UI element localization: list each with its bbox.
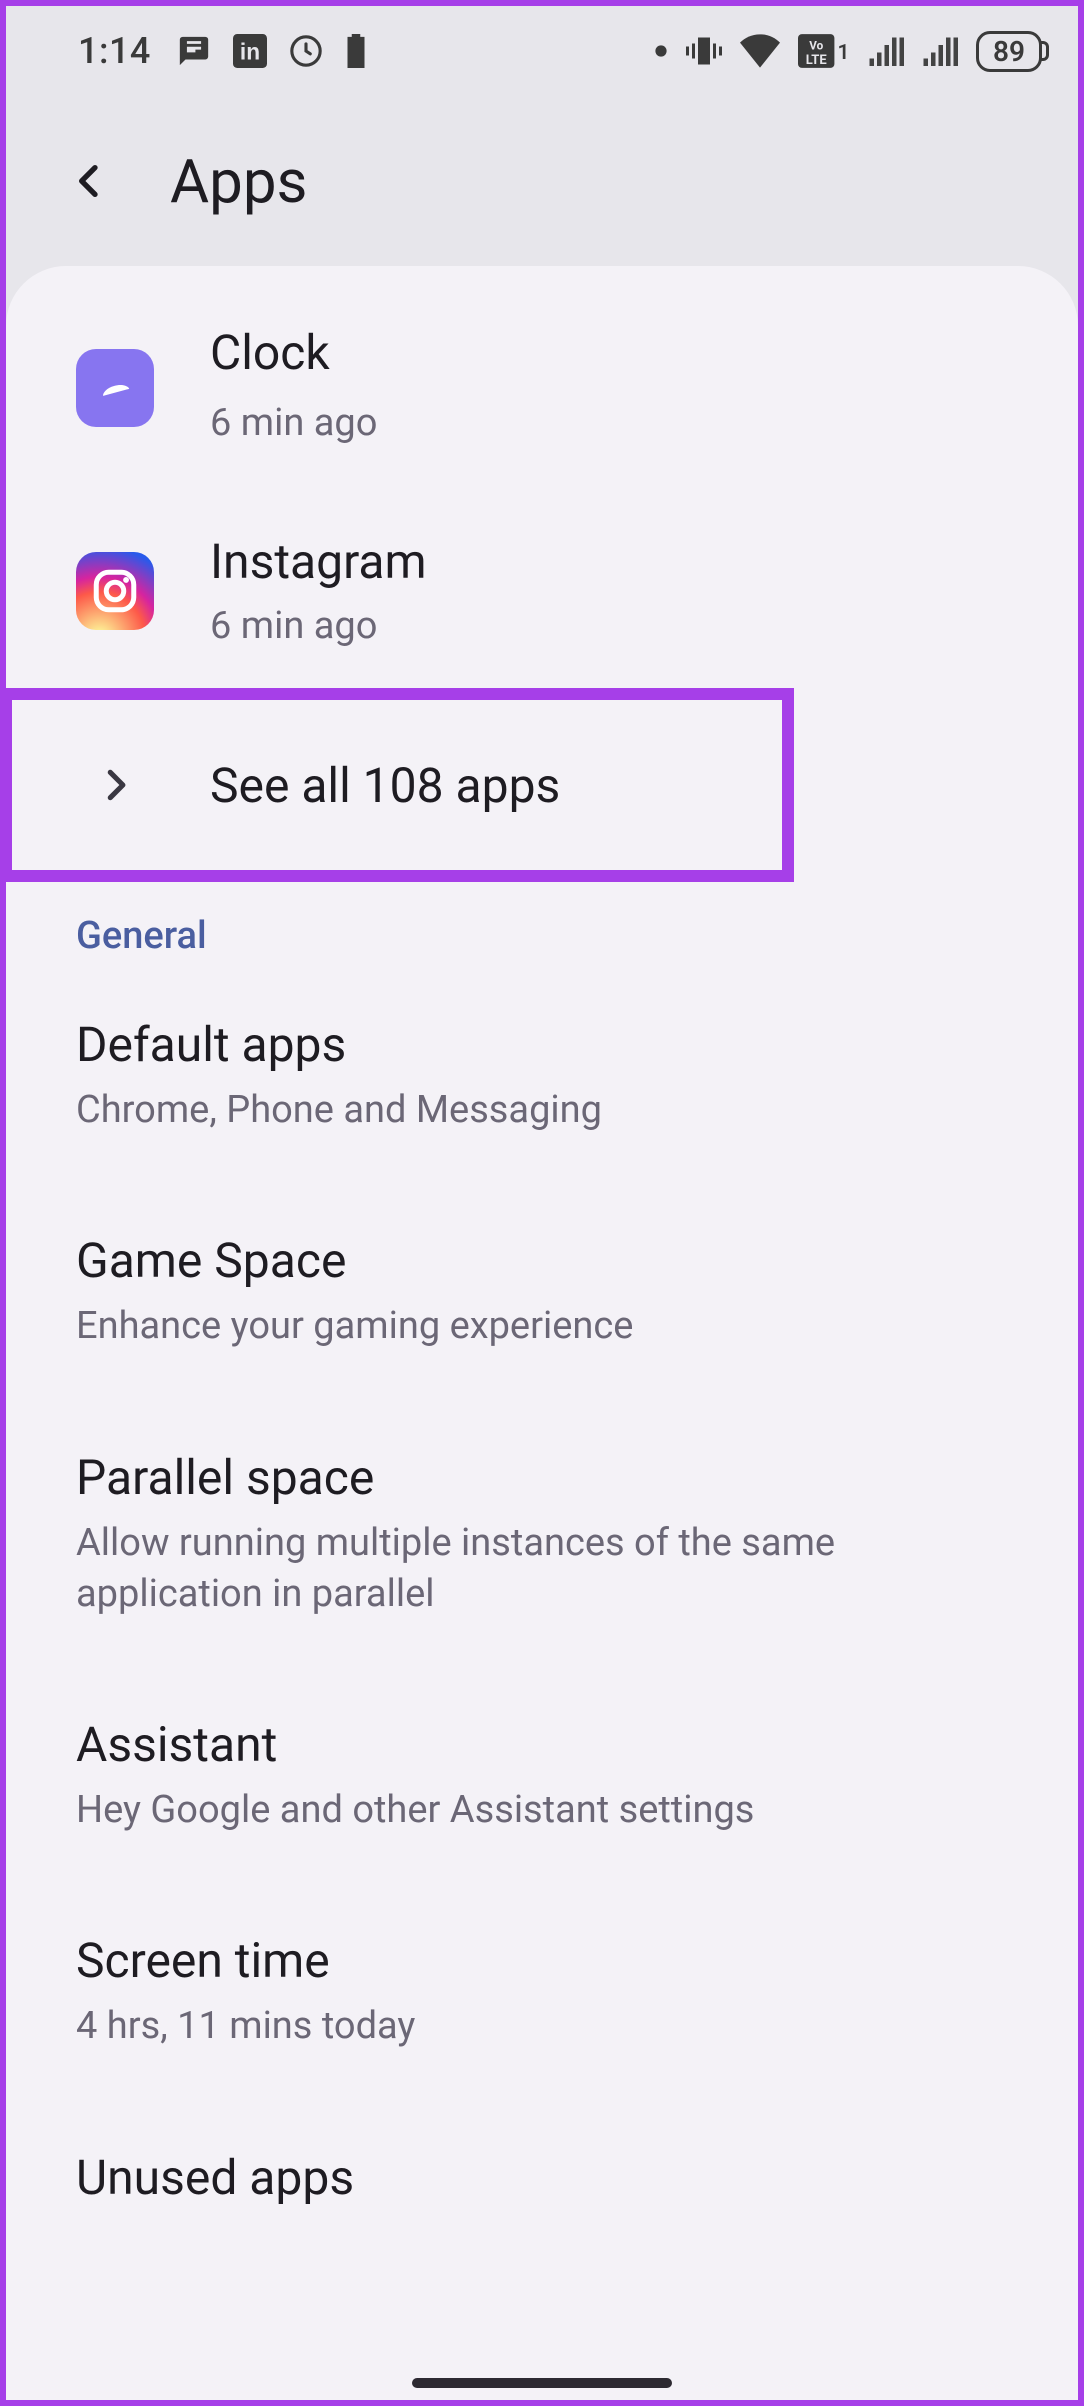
setting-sub: 4 hrs, 11 mins today (76, 2001, 956, 2052)
setting-name: Game Space (76, 1232, 1008, 1289)
chevron-right-icon (96, 766, 134, 804)
page-title: Apps (170, 146, 308, 217)
setting-default-apps[interactable]: Default apps Chrome, Phone and Messaging (6, 968, 1078, 1184)
svg-text:1: 1 (838, 41, 850, 65)
setting-name: Parallel space (76, 1449, 1008, 1506)
see-all-label: See all 108 apps (210, 757, 560, 814)
recent-app-clock[interactable]: Clock 6 min ago (6, 286, 1078, 489)
notification-message-icon (177, 34, 211, 68)
recent-app-name: Clock (210, 324, 377, 381)
setting-name: Unused apps (76, 2149, 1008, 2206)
setting-sub: Chrome, Phone and Messaging (76, 1085, 956, 1136)
header: Apps (6, 96, 1078, 266)
setting-name: Default apps (76, 1016, 1008, 1073)
section-title-general: General (6, 886, 1078, 968)
notification-linkedin-icon: in (233, 34, 267, 68)
setting-sub: Hey Google and other Assistant settings (76, 1785, 956, 1836)
recent-app-instagram[interactable]: Instagram 6 min ago (6, 489, 1078, 692)
setting-screen-time[interactable]: Screen time 4 hrs, 11 mins today (6, 1884, 1078, 2100)
setting-sub: Enhance your gaming experience (76, 1301, 956, 1352)
status-signal-2-icon (922, 36, 958, 66)
status-vibrate-icon (686, 33, 722, 69)
clock-app-icon (76, 349, 154, 427)
status-time: 1:14 (78, 30, 151, 72)
instagram-app-icon (76, 552, 154, 630)
notification-battery-saver-icon (345, 34, 367, 68)
status-wifi-icon (740, 34, 780, 68)
setting-unused-apps[interactable]: Unused apps (6, 2101, 1078, 2254)
navigation-indicator[interactable] (412, 2378, 672, 2388)
setting-parallel-space[interactable]: Parallel space Allow running multiple in… (6, 1401, 1078, 1669)
status-volte-icon: VoLTE 1 (798, 34, 850, 68)
setting-game-space[interactable]: Game Space Enhance your gaming experienc… (6, 1184, 1078, 1400)
recent-app-name: Instagram (210, 533, 427, 590)
svg-text:in: in (240, 39, 260, 65)
back-button[interactable] (60, 151, 120, 211)
status-bar: 1:14 in VoLTE 1 (6, 6, 1078, 96)
setting-assistant[interactable]: Assistant Hey Google and other Assistant… (6, 1668, 1078, 1884)
svg-text:Vo: Vo (809, 39, 823, 53)
notification-clock-icon (289, 34, 323, 68)
status-battery: 89 (976, 31, 1042, 72)
svg-text:LTE: LTE (806, 53, 828, 68)
setting-name: Assistant (76, 1716, 1008, 1773)
chevron-left-icon (70, 161, 110, 201)
recent-app-sub: 6 min ago (210, 401, 377, 445)
status-signal-1-icon (868, 36, 904, 66)
see-all-apps-row[interactable]: See all 108 apps (6, 698, 1078, 872)
status-dot-icon (654, 44, 668, 58)
recent-app-sub: 6 min ago (210, 604, 427, 648)
setting-sub: Allow running multiple instances of the … (76, 1518, 956, 1621)
setting-name: Screen time (76, 1932, 1008, 1989)
content-card: Clock 6 min ago Instagram 6 min ago See … (6, 266, 1078, 2400)
